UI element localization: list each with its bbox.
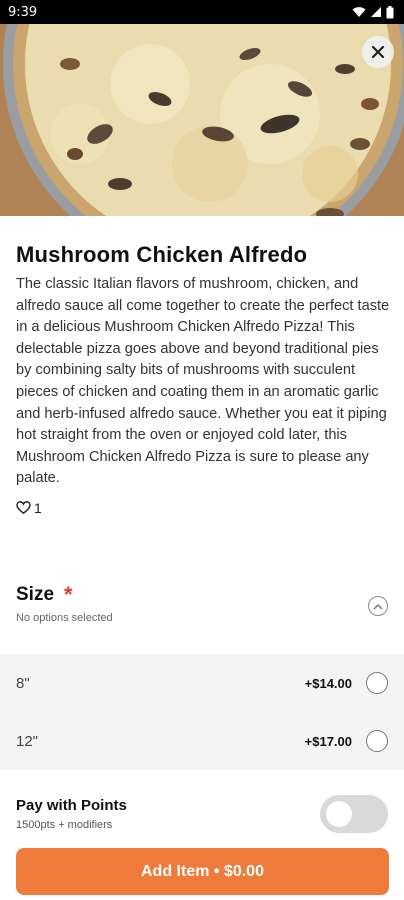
option-radio[interactable] — [366, 672, 388, 694]
item-details: Mushroom Chicken Alfredo The classic Ita… — [16, 240, 392, 516]
option-label: 12" — [16, 732, 39, 750]
item-description: The classic Italian flavors of mushroom,… — [16, 276, 390, 487]
points-subtitle: 1500pts + modifiers — [16, 819, 113, 831]
required-marker: * — [64, 582, 73, 607]
like-count: 1 — [34, 499, 42, 516]
status-bar: 9:39 — [0, 0, 404, 24]
status-time: 9:39 — [8, 4, 38, 20]
size-title: Size — [16, 584, 55, 605]
toggle-knob — [326, 801, 352, 827]
add-item-button[interactable]: Add Item • $0.00 — [16, 848, 389, 895]
close-icon — [371, 45, 385, 59]
item-title: Mushroom Chicken Alfredo — [16, 242, 308, 267]
pay-with-points-toggle[interactable] — [320, 795, 388, 833]
chevron-up-icon — [373, 603, 383, 610]
battery-icon — [386, 5, 394, 18]
option-label: 8" — [16, 674, 30, 692]
like-control[interactable]: 1 — [16, 500, 392, 516]
heart-icon — [16, 501, 31, 515]
option-radio[interactable] — [366, 730, 388, 752]
close-button[interactable] — [362, 36, 394, 68]
points-title: Pay with Points — [16, 797, 127, 814]
collapse-size-button[interactable] — [368, 596, 388, 616]
status-icons — [352, 5, 394, 19]
size-options: 8" +$14.00 12" +$17.00 — [0, 654, 404, 770]
option-price: +$14.00 — [304, 675, 352, 691]
size-section: Size * No options selected — [16, 584, 392, 624]
size-option-12[interactable]: 12" +$17.00 — [0, 712, 404, 770]
signal-icon — [371, 7, 381, 17]
size-selection-status: No options selected — [16, 612, 113, 624]
item-photo — [0, 24, 404, 216]
size-option-8[interactable]: 8" +$14.00 — [0, 654, 404, 712]
option-price: +$17.00 — [304, 733, 352, 749]
wifi-icon — [352, 7, 366, 17]
size-heading: Size * — [16, 584, 392, 606]
